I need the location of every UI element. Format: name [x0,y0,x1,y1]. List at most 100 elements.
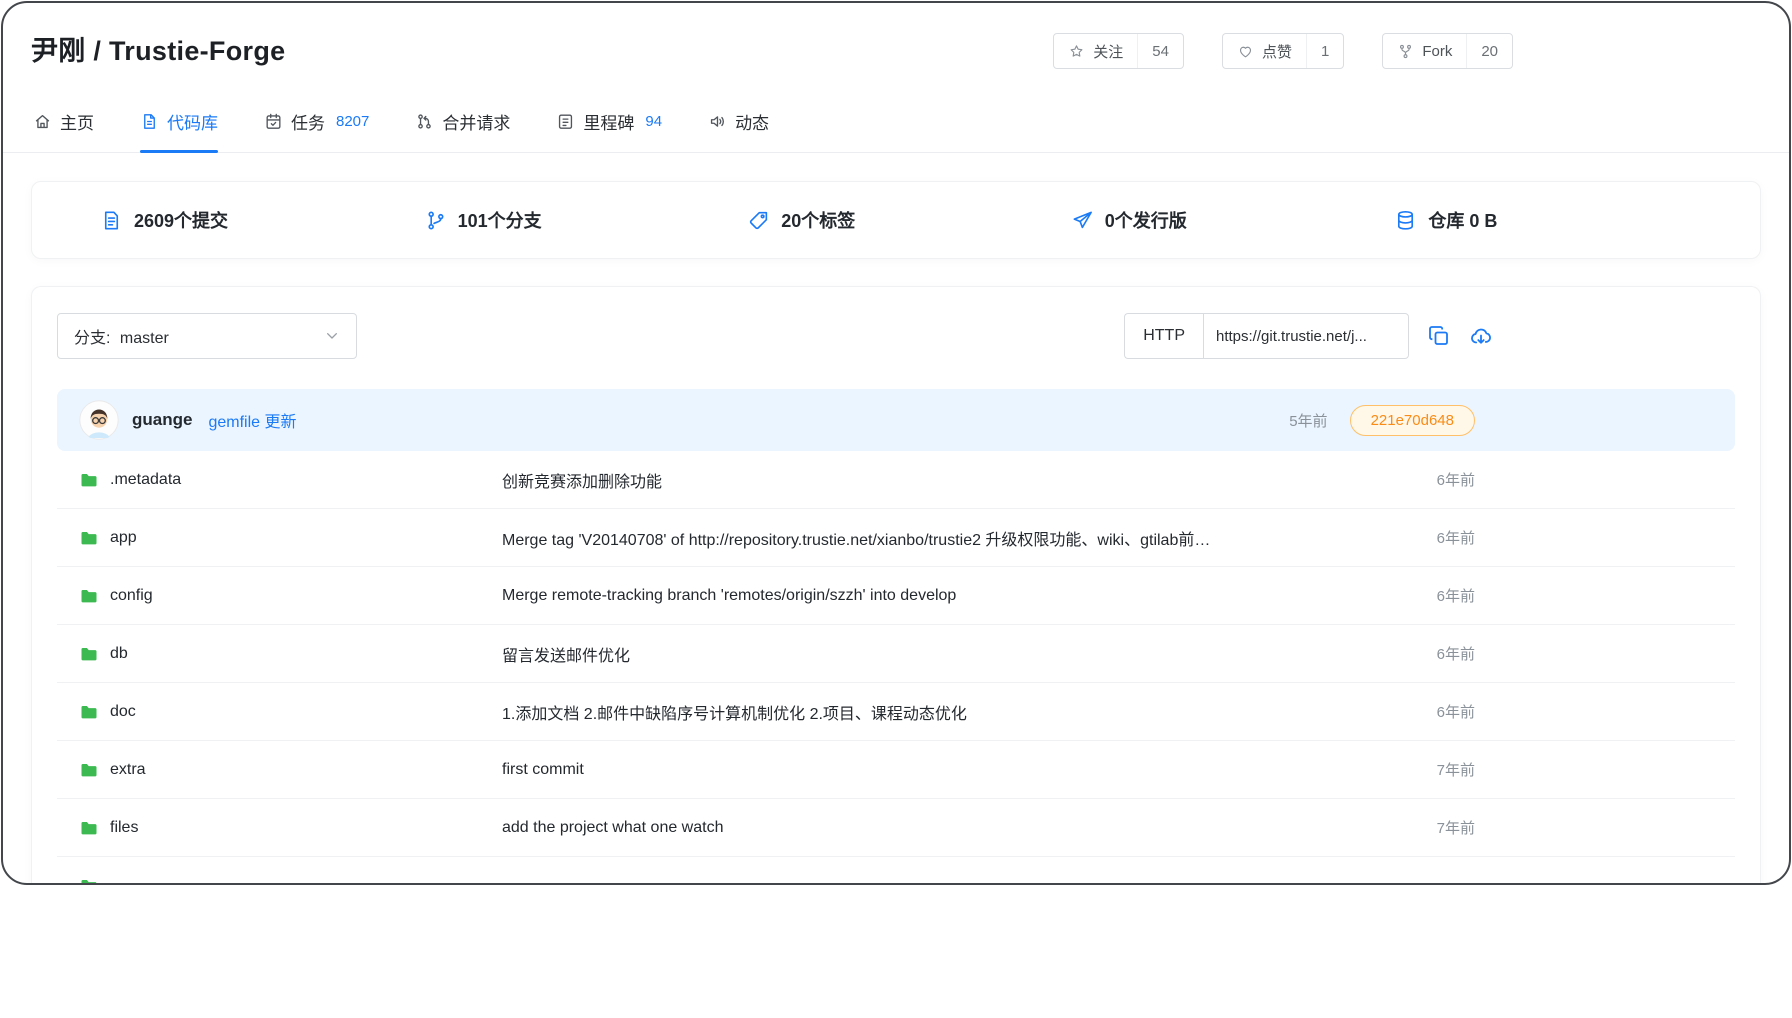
milestone-icon [556,112,575,131]
header-actions: 关注 54 点赞 1 Fork [1053,33,1513,69]
file-browser-card: 分支: master HTTP [31,286,1761,885]
file-commit-time: 6年前 [1437,643,1475,664]
folder-icon [79,528,99,548]
latest-commit-banner: guange gemfile 更新 5年前 221e70d648 [57,389,1735,451]
page-header: 尹刚 / Trustie-Forge 关注 54 点赞 1 [3,3,1789,71]
repo-icon [140,112,159,131]
tab-repository[interactable]: 代码库 [140,95,218,152]
file-commit-message[interactable]: Merge remote-tracking branch 'remotes/or… [502,587,1437,605]
tag-icon [747,209,770,232]
file-commit-time: 6年前 [1437,527,1475,548]
praise-count[interactable]: 1 [1306,34,1343,68]
file-commit-time: 7年前 [1437,817,1475,838]
folder-icon [79,644,99,664]
fork-icon [1397,43,1414,60]
file-name-cell[interactable]: extra [79,760,502,780]
repo-window: 尹刚 / Trustie-Forge 关注 54 点赞 1 [1,1,1791,885]
branch-prefix: 分支: [74,330,110,347]
clone-url-input[interactable] [1203,313,1409,359]
file-name[interactable]: extra [110,761,146,779]
file-commit-time: 6年前 [1437,701,1475,722]
file-commit-message[interactable]: 1.添加文档 2.邮件中缺陷序号计算机制优化 2.项目、课程动态优化 [502,700,1437,724]
file-commit-message[interactable]: first commit [502,761,1437,779]
folder-icon [79,586,99,606]
file-name-cell[interactable]: app [79,528,502,548]
fork-count[interactable]: 20 [1466,34,1512,68]
file-name-cell[interactable]: .metadata [79,470,502,490]
file-list: .metadata 创新竞赛添加删除功能 6年前 app Merge tag '… [57,451,1735,885]
commit-time: 5年前 [1289,410,1327,431]
watch-count[interactable]: 54 [1137,34,1183,68]
commits-icon [100,209,123,232]
merge-icon [415,112,434,131]
tab-merge-requests[interactable]: 合并请求 [415,95,510,152]
branch-name: master [120,330,169,347]
table-row[interactable]: .metadata 创新竞赛添加删除功能 6年前 [57,451,1735,509]
file-name[interactable]: doc [110,703,136,721]
stat-tags[interactable]: 20个标签 [679,207,1003,233]
table-row[interactable]: db 留言发送邮件优化 6年前 [57,625,1735,683]
tab-home-label: 主页 [60,109,94,134]
praise-button[interactable]: 点赞 1 [1222,33,1344,69]
file-commit-message[interactable]: Merge tag 'V20140708' of http://reposito… [502,526,1437,550]
protocol-toggle-button[interactable]: HTTP [1124,313,1203,359]
star-icon [1068,43,1085,60]
stat-repo-size-label: 仓库 0 B [1428,207,1497,233]
tab-milestones-label: 里程碑 [583,109,634,134]
tab-activity[interactable]: 动态 [708,95,769,152]
file-name-cell[interactable]: config [79,586,502,606]
file-commit-message[interactable]: add the project what one watch [502,819,1437,837]
fork-label: Fork [1422,43,1452,60]
file-name-cell[interactable]: db [79,644,502,664]
table-row[interactable]: app Merge tag 'V20140708' of http://repo… [57,509,1735,567]
file-name[interactable]: app [110,529,137,547]
fork-button[interactable]: Fork 20 [1382,33,1513,69]
release-icon [1071,209,1094,232]
tab-milestones[interactable]: 里程碑 94 [556,95,662,152]
stat-commits-label: 2609个提交 [134,207,228,233]
file-name-cell[interactable]: doc [79,702,502,722]
file-name[interactable]: .metadata [110,471,181,489]
watch-button[interactable]: 关注 54 [1053,33,1184,69]
file-name[interactable]: files [110,819,138,837]
table-row[interactable]: files add the project what one watch 7年前 [57,799,1735,857]
home-icon [33,112,52,131]
praise-label: 点赞 [1262,41,1292,62]
stat-commits[interactable]: 2609个提交 [32,207,356,233]
commit-message-link[interactable]: gemfile 更新 [208,408,296,432]
branch-selector-label: 分支: master [74,324,169,348]
download-cloud-icon[interactable] [1469,324,1493,348]
branch-selector[interactable]: 分支: master [57,313,357,359]
table-row[interactable]: config Merge remote-tracking branch 'rem… [57,567,1735,625]
stat-branches[interactable]: 101个分支 [356,207,680,233]
tab-activity-label: 动态 [735,109,769,134]
tab-issues[interactable]: 任务 8207 [264,95,369,152]
table-row[interactable]: extra first commit 7年前 [57,741,1735,799]
stat-branches-label: 101个分支 [458,207,542,233]
file-commit-time: 7年前 [1437,759,1475,780]
tab-home[interactable]: 主页 [33,95,94,152]
table-row-partial[interactable] [57,857,1735,885]
activity-icon [708,112,727,131]
tab-repository-label: 代码库 [167,109,218,134]
stat-repo-size[interactable]: 仓库 0 B [1326,207,1650,233]
file-name-cell[interactable]: files [79,818,502,838]
stat-releases[interactable]: 0个发行版 [1003,207,1327,233]
commit-hash-badge[interactable]: 221e70d648 [1350,405,1475,436]
table-row[interactable]: doc 1.添加文档 2.邮件中缺陷序号计算机制优化 2.项目、课程动态优化 6… [57,683,1735,741]
tasks-icon [264,112,283,131]
commit-author-name[interactable]: guange [132,410,192,430]
folder-icon [79,702,99,722]
repo-stats-bar: 2609个提交 101个分支 20个标签 0个发行版 [31,181,1761,259]
stat-releases-label: 0个发行版 [1105,207,1187,233]
browser-toolbar: 分支: master HTTP [32,313,1760,359]
file-commit-message[interactable]: 创新竞赛添加删除功能 [502,468,1437,492]
commit-author-avatar[interactable] [79,400,119,440]
file-name[interactable]: db [110,645,128,663]
file-commit-message[interactable]: 留言发送邮件优化 [502,642,1437,666]
file-commit-time: 6年前 [1437,585,1475,606]
clone-url-group: HTTP [1124,313,1493,359]
copy-icon[interactable] [1427,324,1451,348]
file-name[interactable]: config [110,587,153,605]
milestones-count-badge: 94 [645,113,662,130]
